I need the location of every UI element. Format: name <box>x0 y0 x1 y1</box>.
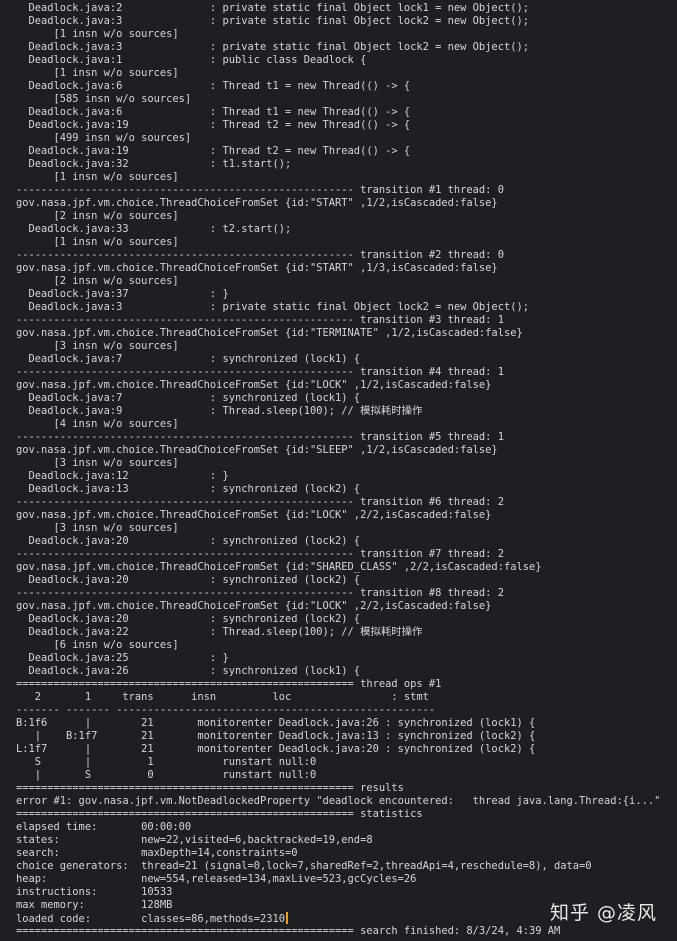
console-line: gov.nasa.jpf.vm.choice.ThreadChoiceFromS… <box>16 444 498 456</box>
console-line: [499 insn w/o sources] <box>16 132 192 144</box>
console-line: Deadlock.java:1 : public class Deadlock … <box>16 54 367 66</box>
console-line: 2 1 trans insn loc : stmt <box>16 691 429 703</box>
console-line: [6 insn w/o sources] <box>16 639 179 651</box>
console-line: Deadlock.java:26 : synchronized (lock1) … <box>16 665 361 677</box>
watermark-logo: 知乎 @凌风 <box>549 902 657 924</box>
console-line: choice generators: thread=21 (signal=0,l… <box>16 860 592 872</box>
console-line: gov.nasa.jpf.vm.choice.ThreadChoiceFromS… <box>16 327 523 339</box>
console-line: ========================================… <box>16 925 561 937</box>
console-line: [3 insn w/o sources] <box>16 522 179 534</box>
console-line: Deadlock.java:12 : } <box>16 470 229 482</box>
console-line: Deadlock.java:32 : t1.start(); <box>16 158 292 170</box>
console-line: ----------------------------------------… <box>16 366 504 378</box>
console-line: [3 insn w/o sources] <box>16 457 179 469</box>
console-line: ----------------------------------------… <box>16 496 504 508</box>
console-output[interactable]: Deadlock.java:2 : private static final O… <box>0 0 677 941</box>
console-line: Deadlock.java:6 : Thread t1 = new Thread… <box>16 106 411 118</box>
console-line: ----------------------------------------… <box>16 587 504 599</box>
console-line: Deadlock.java:3 : private static final O… <box>16 301 529 313</box>
console-line: Deadlock.java:20 : synchronized (lock2) … <box>16 574 361 586</box>
console-line: gov.nasa.jpf.vm.choice.ThreadChoiceFromS… <box>16 379 492 391</box>
console-line: ----------------------------------------… <box>16 249 504 261</box>
console-line: gov.nasa.jpf.vm.choice.ThreadChoiceFromS… <box>16 262 498 274</box>
console-line: [2 insn w/o sources] <box>16 210 179 222</box>
console-line: elapsed time: 00:00:00 <box>16 821 192 833</box>
console-line: ----------------------------------------… <box>16 431 504 443</box>
console-line: Deadlock.java:9 : Thread.sleep(100); // … <box>16 405 423 417</box>
console-line: gov.nasa.jpf.vm.choice.ThreadChoiceFromS… <box>16 600 492 612</box>
console-line: Deadlock.java:20 : synchronized (lock2) … <box>16 613 361 625</box>
console-line: | S 0 runstart null:0 <box>16 769 317 781</box>
console-line: [1 insn w/o sources] <box>16 236 179 248</box>
console-line: Deadlock.java:7 : synchronized (lock1) { <box>16 392 361 404</box>
console-line: Deadlock.java:33 : t2.start(); <box>16 223 292 235</box>
console-line: [585 insn w/o sources] <box>16 93 192 105</box>
console-line: heap: new=554,released=134,maxLive=523,g… <box>16 873 417 885</box>
console-line: [2 insn w/o sources] <box>16 275 179 287</box>
console-line: Deadlock.java:19 : Thread t2 = new Threa… <box>16 145 411 157</box>
console-line: [1 insn w/o sources] <box>16 171 179 183</box>
console-line: Deadlock.java:20 : synchronized (lock2) … <box>16 535 361 547</box>
console-line: ----------------------------------------… <box>16 314 504 326</box>
console-line: Deadlock.java:2 : private static final O… <box>16 2 529 14</box>
console-line: Deadlock.java:25 : } <box>16 652 229 664</box>
console-line: Deadlock.java:7 : synchronized (lock1) { <box>16 353 361 365</box>
console-line: Deadlock.java:13 : synchronized (lock2) … <box>16 483 361 495</box>
console-line: | B:1f7 21 monitorenter Deadlock.java:13… <box>16 730 536 742</box>
console-line: gov.nasa.jpf.vm.choice.ThreadChoiceFromS… <box>16 197 498 209</box>
console-line: S | 1 runstart null:0 <box>16 756 317 768</box>
console-line: ----------------------------------------… <box>16 548 504 560</box>
console-line: ------- ------- ------------------------… <box>16 704 436 716</box>
console-line: B:1f6 | 21 monitorenter Deadlock.java:26… <box>16 717 536 729</box>
console-line: L:1f7 | 21 monitorenter Deadlock.java:20… <box>16 743 536 755</box>
console-line: Deadlock.java:6 : Thread t1 = new Thread… <box>16 80 411 92</box>
console-line: Deadlock.java:3 : private static final O… <box>16 41 529 53</box>
console-line: Deadlock.java:19 : Thread t2 = new Threa… <box>16 119 411 131</box>
console-line: error #1: gov.nasa.jpf.vm.NotDeadlockedP… <box>16 795 661 807</box>
console-line: [1 insn w/o sources] <box>16 28 179 40</box>
console-line: gov.nasa.jpf.vm.choice.ThreadChoiceFromS… <box>16 509 492 521</box>
console-line: ========================================… <box>16 782 404 794</box>
console-line: ========================================… <box>16 808 423 820</box>
console-line: ----------------------------------------… <box>16 184 504 196</box>
console-line: Deadlock.java:37 : } <box>16 288 229 300</box>
console-line: Deadlock.java:3 : private static final O… <box>16 15 529 27</box>
console-line: [3 insn w/o sources] <box>16 340 179 352</box>
console-line: [4 insn w/o sources] <box>16 418 179 430</box>
console-line: search: maxDepth=14,constraints=0 <box>16 847 298 859</box>
console-line: Deadlock.java:22 : Thread.sleep(100); //… <box>16 626 423 638</box>
console-line: states: new=22,visited=6,backtracked=19,… <box>16 834 373 846</box>
console-line: gov.nasa.jpf.vm.choice.ThreadChoiceFromS… <box>16 561 542 573</box>
console-line: [1 insn w/o sources] <box>16 67 179 79</box>
console-line: ========================================… <box>16 678 442 690</box>
